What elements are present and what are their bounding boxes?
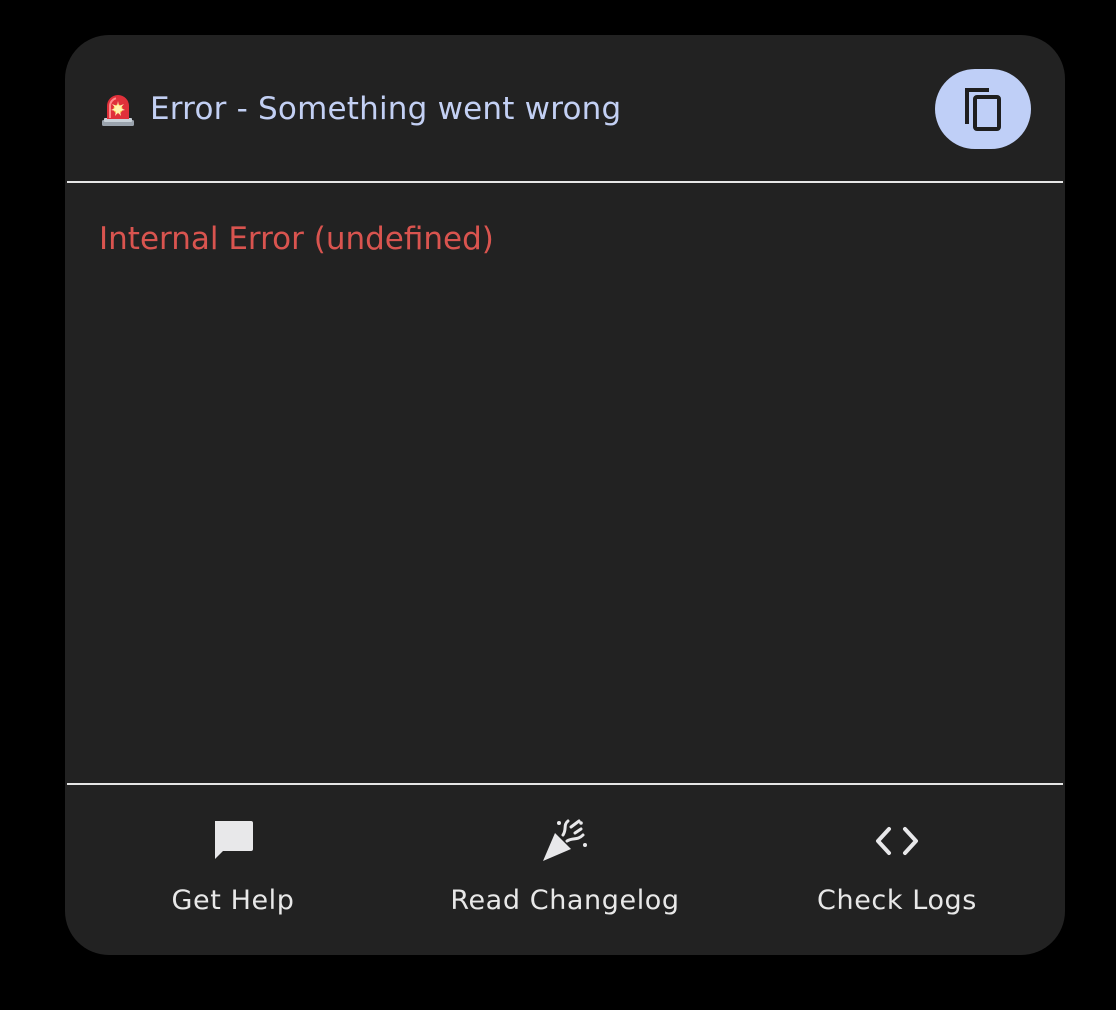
error-message: Internal Error (undefined) xyxy=(99,221,494,257)
copy-button[interactable] xyxy=(935,69,1031,149)
dialog-actions: Get Help Read Changelog Check Logs xyxy=(65,785,1065,955)
dialog-title-row: Error - Something went wrong xyxy=(100,89,621,129)
code-brackets-icon xyxy=(876,827,918,855)
get-help-button[interactable]: Get Help xyxy=(133,815,333,925)
dialog-content: Internal Error (undefined) xyxy=(65,183,1065,783)
read-changelog-label: Read Changelog xyxy=(450,885,680,916)
read-changelog-button[interactable]: Read Changelog xyxy=(415,815,715,925)
check-logs-button[interactable]: Check Logs xyxy=(797,815,997,925)
dialog-header: Error - Something went wrong xyxy=(65,35,1065,181)
get-help-label: Get Help xyxy=(171,885,295,916)
copy-icon xyxy=(965,88,1001,131)
chat-bubble-icon xyxy=(215,821,253,859)
error-dialog: Error - Something went wrong Internal Er… xyxy=(65,35,1065,955)
dialog-title: Error - Something went wrong xyxy=(150,91,622,127)
police-car-light-icon xyxy=(102,95,134,126)
party-popper-icon xyxy=(543,819,587,861)
check-logs-label: Check Logs xyxy=(817,885,977,916)
